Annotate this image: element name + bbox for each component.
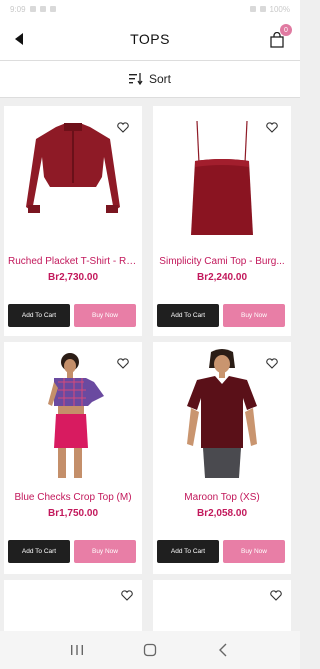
heart-icon bbox=[266, 357, 278, 369]
wishlist-button[interactable] bbox=[263, 118, 281, 136]
product-card[interactable]: Ruched Placket T-Shirt - Re... Br2,730.0… bbox=[4, 106, 142, 336]
wishlist-button[interactable] bbox=[114, 118, 132, 136]
burgundy-cami-image bbox=[191, 120, 253, 235]
product-price: Br2,730.00 bbox=[47, 272, 99, 283]
product-price: Br2,240.00 bbox=[196, 272, 248, 283]
heart-icon bbox=[117, 121, 129, 133]
product-card[interactable]: Blue Checks Crop Top (M) Br1,750.00 Add … bbox=[4, 342, 142, 574]
back-arrow-icon bbox=[15, 33, 23, 45]
app-header: TOPS 0 bbox=[0, 18, 300, 60]
product-image-checks-crop-top[interactable] bbox=[8, 346, 138, 480]
buy-now-button[interactable]: Buy Now bbox=[223, 304, 285, 327]
notification-icon bbox=[29, 6, 36, 12]
home-icon bbox=[143, 643, 157, 657]
recent-apps-icon bbox=[70, 645, 83, 655]
home-button[interactable] bbox=[135, 638, 165, 662]
sort-button[interactable]: Sort bbox=[0, 60, 300, 98]
add-to-cart-button[interactable]: Add To Cart bbox=[157, 304, 219, 327]
status-right: 100% bbox=[249, 4, 290, 14]
back-chevron-icon bbox=[219, 643, 227, 657]
recent-apps-button[interactable] bbox=[62, 638, 92, 662]
product-name[interactable]: Ruched Placket T-Shirt - Re... bbox=[8, 256, 138, 267]
cart-count-badge: 0 bbox=[280, 24, 292, 36]
sort-label: Sort bbox=[148, 72, 171, 86]
heart-icon bbox=[266, 121, 278, 133]
status-time: 9:09 bbox=[10, 4, 26, 14]
back-button[interactable] bbox=[8, 27, 32, 51]
wishlist-button[interactable] bbox=[267, 586, 285, 604]
message-icon bbox=[49, 6, 56, 12]
cart-button[interactable]: 0 bbox=[266, 24, 292, 52]
add-to-cart-button[interactable]: Add To Cart bbox=[8, 304, 70, 327]
add-to-cart-button[interactable]: Add To Cart bbox=[8, 540, 70, 563]
red-blouse-image bbox=[26, 123, 120, 213]
product-name[interactable]: Simplicity Cami Top - Burg... bbox=[157, 256, 287, 267]
status-left: 9:09 bbox=[10, 5, 56, 14]
signal-icon bbox=[259, 6, 266, 12]
product-image-red-blouse[interactable] bbox=[8, 110, 138, 244]
page-title: TOPS bbox=[130, 31, 170, 47]
heart-icon bbox=[117, 357, 129, 369]
system-nav-bar bbox=[0, 631, 300, 669]
wifi-icon bbox=[249, 6, 256, 12]
sort-icon bbox=[128, 73, 143, 85]
wishlist-button[interactable] bbox=[114, 354, 132, 372]
buy-now-button[interactable]: Buy Now bbox=[223, 540, 285, 563]
maroon-tshirt-image bbox=[187, 349, 257, 478]
buy-now-button[interactable]: Buy Now bbox=[74, 540, 136, 563]
buy-now-button[interactable]: Buy Now bbox=[74, 304, 136, 327]
product-name[interactable]: Maroon Top (XS) bbox=[157, 492, 287, 503]
status-bar: 9:09 100% bbox=[0, 0, 300, 18]
product-card[interactable]: Maroon Top (XS) Br2,058.00 Add To Cart B… bbox=[153, 342, 291, 574]
product-image-maroon-tshirt[interactable] bbox=[157, 346, 287, 480]
back-nav-button[interactable] bbox=[208, 638, 238, 662]
product-price: Br2,058.00 bbox=[196, 508, 248, 519]
product-card[interactable]: Simplicity Cami Top - Burg... Br2,240.00… bbox=[153, 106, 291, 336]
wishlist-button[interactable] bbox=[263, 354, 281, 372]
heart-icon bbox=[121, 589, 133, 601]
product-name[interactable]: Blue Checks Crop Top (M) bbox=[8, 492, 138, 503]
product-image-burgundy-cami[interactable] bbox=[157, 110, 287, 244]
battery-level: 100% bbox=[269, 4, 290, 14]
wishlist-button[interactable] bbox=[118, 586, 136, 604]
add-to-cart-button[interactable]: Add To Cart bbox=[157, 540, 219, 563]
gallery-icon bbox=[39, 6, 46, 12]
heart-icon bbox=[270, 589, 282, 601]
checks-crop-top-image bbox=[48, 353, 104, 478]
product-price: Br1,750.00 bbox=[47, 508, 99, 519]
